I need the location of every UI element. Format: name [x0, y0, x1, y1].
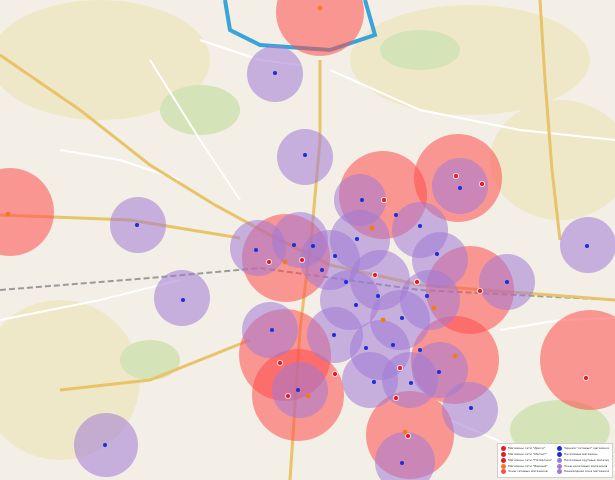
chain-store-marker-12[interactable] — [404, 432, 411, 439]
independent-store-zone-22 — [392, 202, 448, 258]
store-coverage-map[interactable]: Магазины сети "Дикси" Здания "сетевых" ма… — [0, 0, 615, 480]
independent-store-marker-1[interactable] — [303, 153, 307, 157]
verny-store-marker-0[interactable] — [317, 5, 323, 11]
chain-store-marker-10[interactable] — [396, 364, 403, 371]
legend-label: Зоны несетевых магазинов — [564, 463, 608, 468]
legend-label: Магазины сети "Пятёрочка" — [508, 457, 553, 462]
chain-store-marker-8[interactable] — [284, 392, 291, 399]
independent-store-zone-25 — [342, 352, 398, 408]
chain-store-marker-0[interactable] — [452, 172, 459, 179]
legend-label: Магазины сети "Дикси" — [508, 446, 546, 451]
independent-store-marker-27[interactable] — [372, 380, 376, 384]
independent-store-marker-14[interactable] — [292, 243, 296, 247]
map-canvas[interactable] — [0, 0, 615, 480]
legend-label: Зоны сетевых магазинов — [508, 469, 548, 474]
verny-store-marker-1[interactable] — [5, 211, 11, 217]
independent-store-marker-15[interactable] — [311, 244, 315, 248]
legend-item: Зоны несетевых магазинов — [557, 463, 609, 469]
legend-swatch-icon — [557, 452, 562, 458]
independent-store-zone-4 — [154, 270, 210, 326]
independent-store-marker-6[interactable] — [254, 248, 258, 252]
chain-store-marker-2[interactable] — [380, 196, 387, 203]
legend-swatch-icon — [501, 446, 506, 452]
independent-store-marker-28[interactable] — [332, 333, 336, 337]
legend-swatch-icon — [557, 457, 562, 463]
independent-store-marker-12[interactable] — [437, 370, 441, 374]
verny-store-marker-7[interactable] — [402, 429, 408, 435]
independent-store-marker-25[interactable] — [364, 346, 368, 350]
independent-store-marker-10[interactable] — [505, 280, 509, 284]
verny-store-marker-6[interactable] — [305, 393, 311, 399]
independent-store-marker-11[interactable] — [469, 406, 473, 410]
verny-store-marker-5[interactable] — [452, 353, 458, 359]
chain-store-zone-4 — [540, 310, 615, 410]
independent-store-marker-23[interactable] — [400, 316, 404, 320]
legend-swatch-icon — [501, 457, 506, 463]
legend-swatch-icon — [501, 452, 506, 458]
independent-store-marker-2[interactable] — [458, 186, 462, 190]
legend-item: Здания "сетевых" магазинов — [557, 446, 609, 452]
green-area-3 — [120, 340, 180, 380]
independent-store-marker-33[interactable] — [418, 348, 422, 352]
independent-store-marker-19[interactable] — [418, 224, 422, 228]
verny-store-marker-4[interactable] — [380, 317, 386, 323]
independent-store-marker-29[interactable] — [360, 198, 364, 202]
legend-swatch-icon — [501, 463, 506, 469]
independent-store-marker-20[interactable] — [435, 252, 439, 256]
verny-store-marker-2[interactable] — [369, 225, 375, 231]
independent-store-marker-7[interactable] — [270, 328, 274, 332]
independent-store-marker-9[interactable] — [103, 443, 107, 447]
independent-store-marker-8[interactable] — [296, 388, 300, 392]
chain-store-marker-13[interactable] — [298, 256, 305, 263]
legend-label: Несетевые крупные магазины — [564, 457, 609, 462]
chain-store-marker-1[interactable] — [478, 180, 485, 187]
independent-store-marker-22[interactable] — [354, 303, 358, 307]
chain-store-marker-14[interactable] — [265, 258, 272, 265]
independent-store-marker-24[interactable] — [425, 294, 429, 298]
independent-store-marker-18[interactable] — [394, 213, 398, 217]
green-area-0 — [160, 85, 240, 135]
legend-item: Магазины сети "Верный" — [501, 463, 553, 469]
legend-item: Зоны сетевых магазинов — [501, 469, 553, 475]
independent-store-marker-32[interactable] — [391, 343, 395, 347]
legend-item: Магазины сети "Пятёрочка" — [501, 457, 553, 464]
legend-label: Пешеходная зона магазинов — [564, 469, 609, 474]
chain-store-marker-11[interactable] — [392, 394, 399, 401]
legend-swatch-icon — [557, 469, 562, 475]
legend-item: Пешеходная зона магазинов — [557, 469, 609, 475]
legend-swatch-icon — [557, 463, 562, 469]
independent-store-marker-4[interactable] — [181, 298, 185, 302]
verny-store-marker-8[interactable] — [431, 305, 437, 311]
independent-store-marker-5[interactable] — [585, 244, 589, 248]
chain-store-marker-7[interactable] — [276, 359, 283, 366]
independent-store-marker-0[interactable] — [273, 71, 277, 75]
legend-item: Магазины сети "Дикси" — [501, 446, 553, 452]
independent-store-marker-21[interactable] — [376, 294, 380, 298]
legend-swatch-icon — [557, 446, 562, 452]
legend-item: Несетевые магазины — [557, 452, 609, 458]
green-area-1 — [380, 30, 460, 70]
legend-label: Магазины сети "Верный" — [508, 463, 548, 468]
chain-store-marker-9[interactable] — [331, 370, 338, 377]
legend-label: Здания "сетевых" магазинов — [564, 446, 609, 451]
legend-item: Несетевые крупные магазины — [557, 457, 609, 464]
legend-label: Магазины сети "Магнит" — [508, 452, 548, 457]
independent-store-marker-31[interactable] — [344, 280, 348, 284]
legend-item: Магазины сети "Магнит" — [501, 452, 553, 458]
map-legend: Магазины сети "Дикси" Здания "сетевых" ма… — [497, 443, 613, 478]
chain-store-marker-5[interactable] — [476, 287, 483, 294]
independent-store-marker-13[interactable] — [400, 461, 404, 465]
verny-store-marker-3[interactable] — [282, 259, 288, 265]
independent-store-marker-16[interactable] — [333, 254, 337, 258]
minor-road-5 — [59, 149, 181, 181]
independent-store-marker-17[interactable] — [355, 237, 359, 241]
legend-label: Несетевые магазины — [564, 452, 598, 457]
chain-store-marker-3[interactable] — [371, 271, 378, 278]
independent-store-marker-30[interactable] — [320, 268, 324, 272]
independent-store-marker-26[interactable] — [409, 381, 413, 385]
independent-store-marker-3[interactable] — [135, 223, 139, 227]
chain-store-marker-4[interactable] — [413, 278, 420, 285]
chain-store-marker-6[interactable] — [583, 374, 590, 381]
legend-swatch-icon — [501, 469, 506, 475]
